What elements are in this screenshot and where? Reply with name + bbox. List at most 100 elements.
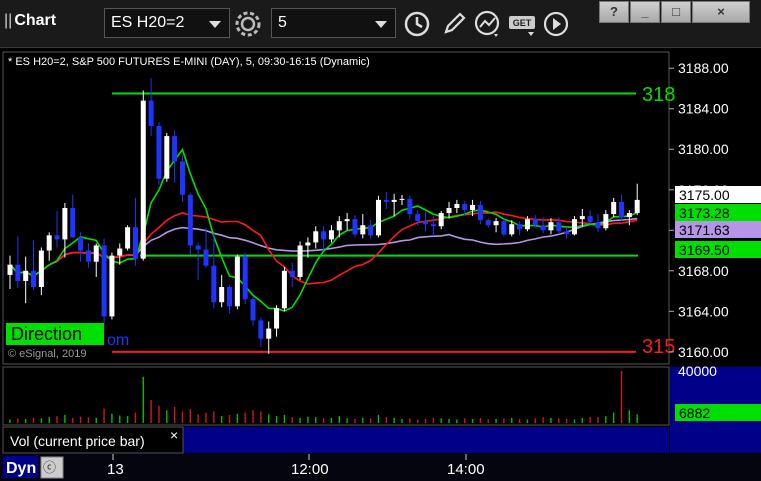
minimize-button[interactable]: _ — [630, 1, 660, 23]
candle-body — [321, 231, 327, 240]
candle-body — [156, 125, 162, 179]
candle-body — [258, 320, 264, 339]
pencil-icon[interactable] — [440, 10, 468, 38]
candle-body — [38, 250, 44, 288]
price-tick-label: 3180.00 — [678, 141, 729, 157]
candle-body — [485, 220, 491, 226]
candle-body — [415, 214, 421, 222]
price-tick-label: 3160.00 — [678, 344, 729, 360]
candle-body — [375, 199, 381, 236]
link-icon-glyph: ⓒ — [43, 460, 56, 475]
candle-body — [587, 216, 593, 223]
candle-body — [619, 201, 625, 218]
candle-body — [564, 231, 570, 235]
candle-body — [571, 219, 577, 235]
candle-body — [470, 204, 476, 211]
candle-body — [227, 287, 233, 307]
esignal-watermark: © eSignal, 2019 — [8, 348, 86, 360]
symbol-value: ES H20=2 — [111, 14, 185, 31]
candle-body — [603, 214, 609, 229]
interval-value: 5 — [278, 14, 287, 31]
candle-body — [634, 199, 640, 214]
candle-body — [93, 245, 99, 262]
candle-body — [438, 213, 444, 227]
candle-body — [509, 224, 515, 235]
candle-body — [477, 204, 483, 221]
candle-body — [234, 256, 240, 307]
direction-label: Direction — [11, 324, 82, 344]
clock-icon[interactable] — [403, 10, 431, 38]
window-title: || Chart — [4, 12, 56, 30]
candle-body — [187, 194, 193, 246]
candle-body — [517, 224, 523, 230]
candle-body — [611, 201, 617, 215]
volume-badge-value: 6882 — [679, 405, 710, 421]
candle-body — [54, 235, 60, 240]
candle-body — [595, 222, 601, 229]
candle-body — [297, 245, 303, 277]
candle-body — [352, 219, 358, 235]
green-ma-value: 3173.28 — [679, 205, 730, 221]
candle-body — [462, 203, 468, 211]
candle-body — [313, 231, 319, 243]
candle-body — [250, 299, 256, 321]
time-label-1400: 14:00 — [447, 461, 485, 478]
time-label-13: 13 — [107, 461, 124, 478]
window-title-text: Chart — [14, 12, 57, 29]
chart-header: * ES H20=2, S&P 500 FUTURES E-MINI (DAY)… — [8, 56, 370, 68]
symbol-combo[interactable]: ES H20=2 — [104, 8, 230, 38]
price-tick-label: 3164.00 — [678, 303, 729, 319]
chart-area[interactable]: * ES H20=2, S&P 500 FUTURES E-MINI (DAY)… — [0, 49, 761, 481]
play-icon[interactable] — [542, 10, 570, 38]
candle-body — [493, 221, 499, 226]
direction-suffix: om — [107, 332, 129, 349]
candle-body — [399, 198, 405, 200]
candle-body — [242, 256, 248, 300]
price-tick-label: 3184.00 — [678, 101, 729, 117]
window-drag-handle[interactable]: || — [4, 12, 12, 29]
maximize-button[interactable]: □ — [661, 1, 691, 23]
candle-body — [501, 221, 507, 235]
candle-body — [626, 213, 632, 218]
candle-body — [148, 100, 154, 126]
candle-body — [211, 265, 217, 303]
candle-body — [23, 270, 29, 281]
get-icon[interactable]: GET — [508, 10, 540, 38]
candle-body — [78, 237, 84, 251]
gear-icon[interactable] — [234, 10, 262, 38]
candle-body — [101, 245, 107, 317]
last-price-value: 3175.00 — [679, 187, 730, 203]
purple-ma-value: 3171.63 — [679, 222, 730, 238]
candle-body — [391, 199, 397, 202]
volume-pane[interactable] — [2, 366, 670, 426]
candle-body — [195, 245, 201, 250]
candle-body — [117, 248, 123, 256]
candle-body — [85, 250, 91, 262]
candle-body — [532, 219, 538, 226]
close-volume-study-icon[interactable]: × — [170, 427, 178, 443]
candle-body — [274, 308, 280, 329]
close-button[interactable]: × — [692, 1, 750, 23]
chart-toolbar: || Chart ES H20=2 5 GET ? _ □ × — [0, 0, 761, 48]
candle-body — [407, 198, 413, 215]
candle-body — [328, 230, 334, 240]
candle-body — [281, 270, 287, 309]
upper-level-label: 318 — [642, 84, 675, 106]
help-button[interactable]: ? — [599, 1, 629, 23]
candle-body — [15, 264, 21, 281]
candle-body — [203, 249, 209, 266]
candle-body — [368, 225, 374, 236]
volume-study-label: Vol (current price bar) — [10, 433, 145, 449]
interval-combo[interactable]: 5 — [271, 8, 396, 38]
chevron-down-icon — [209, 21, 221, 28]
candle-body — [140, 100, 146, 259]
study-icon[interactable] — [474, 10, 502, 38]
candle-body — [344, 219, 350, 222]
price-chart[interactable]: * ES H20=2, S&P 500 FUTURES E-MINI (DAY)… — [0, 49, 761, 481]
candle-body — [446, 208, 452, 214]
time-label-1200: 12:00 — [291, 461, 329, 478]
candle-body — [540, 225, 546, 231]
candle-body — [548, 222, 554, 231]
candle-body — [289, 270, 295, 277]
candle-body — [70, 208, 76, 238]
